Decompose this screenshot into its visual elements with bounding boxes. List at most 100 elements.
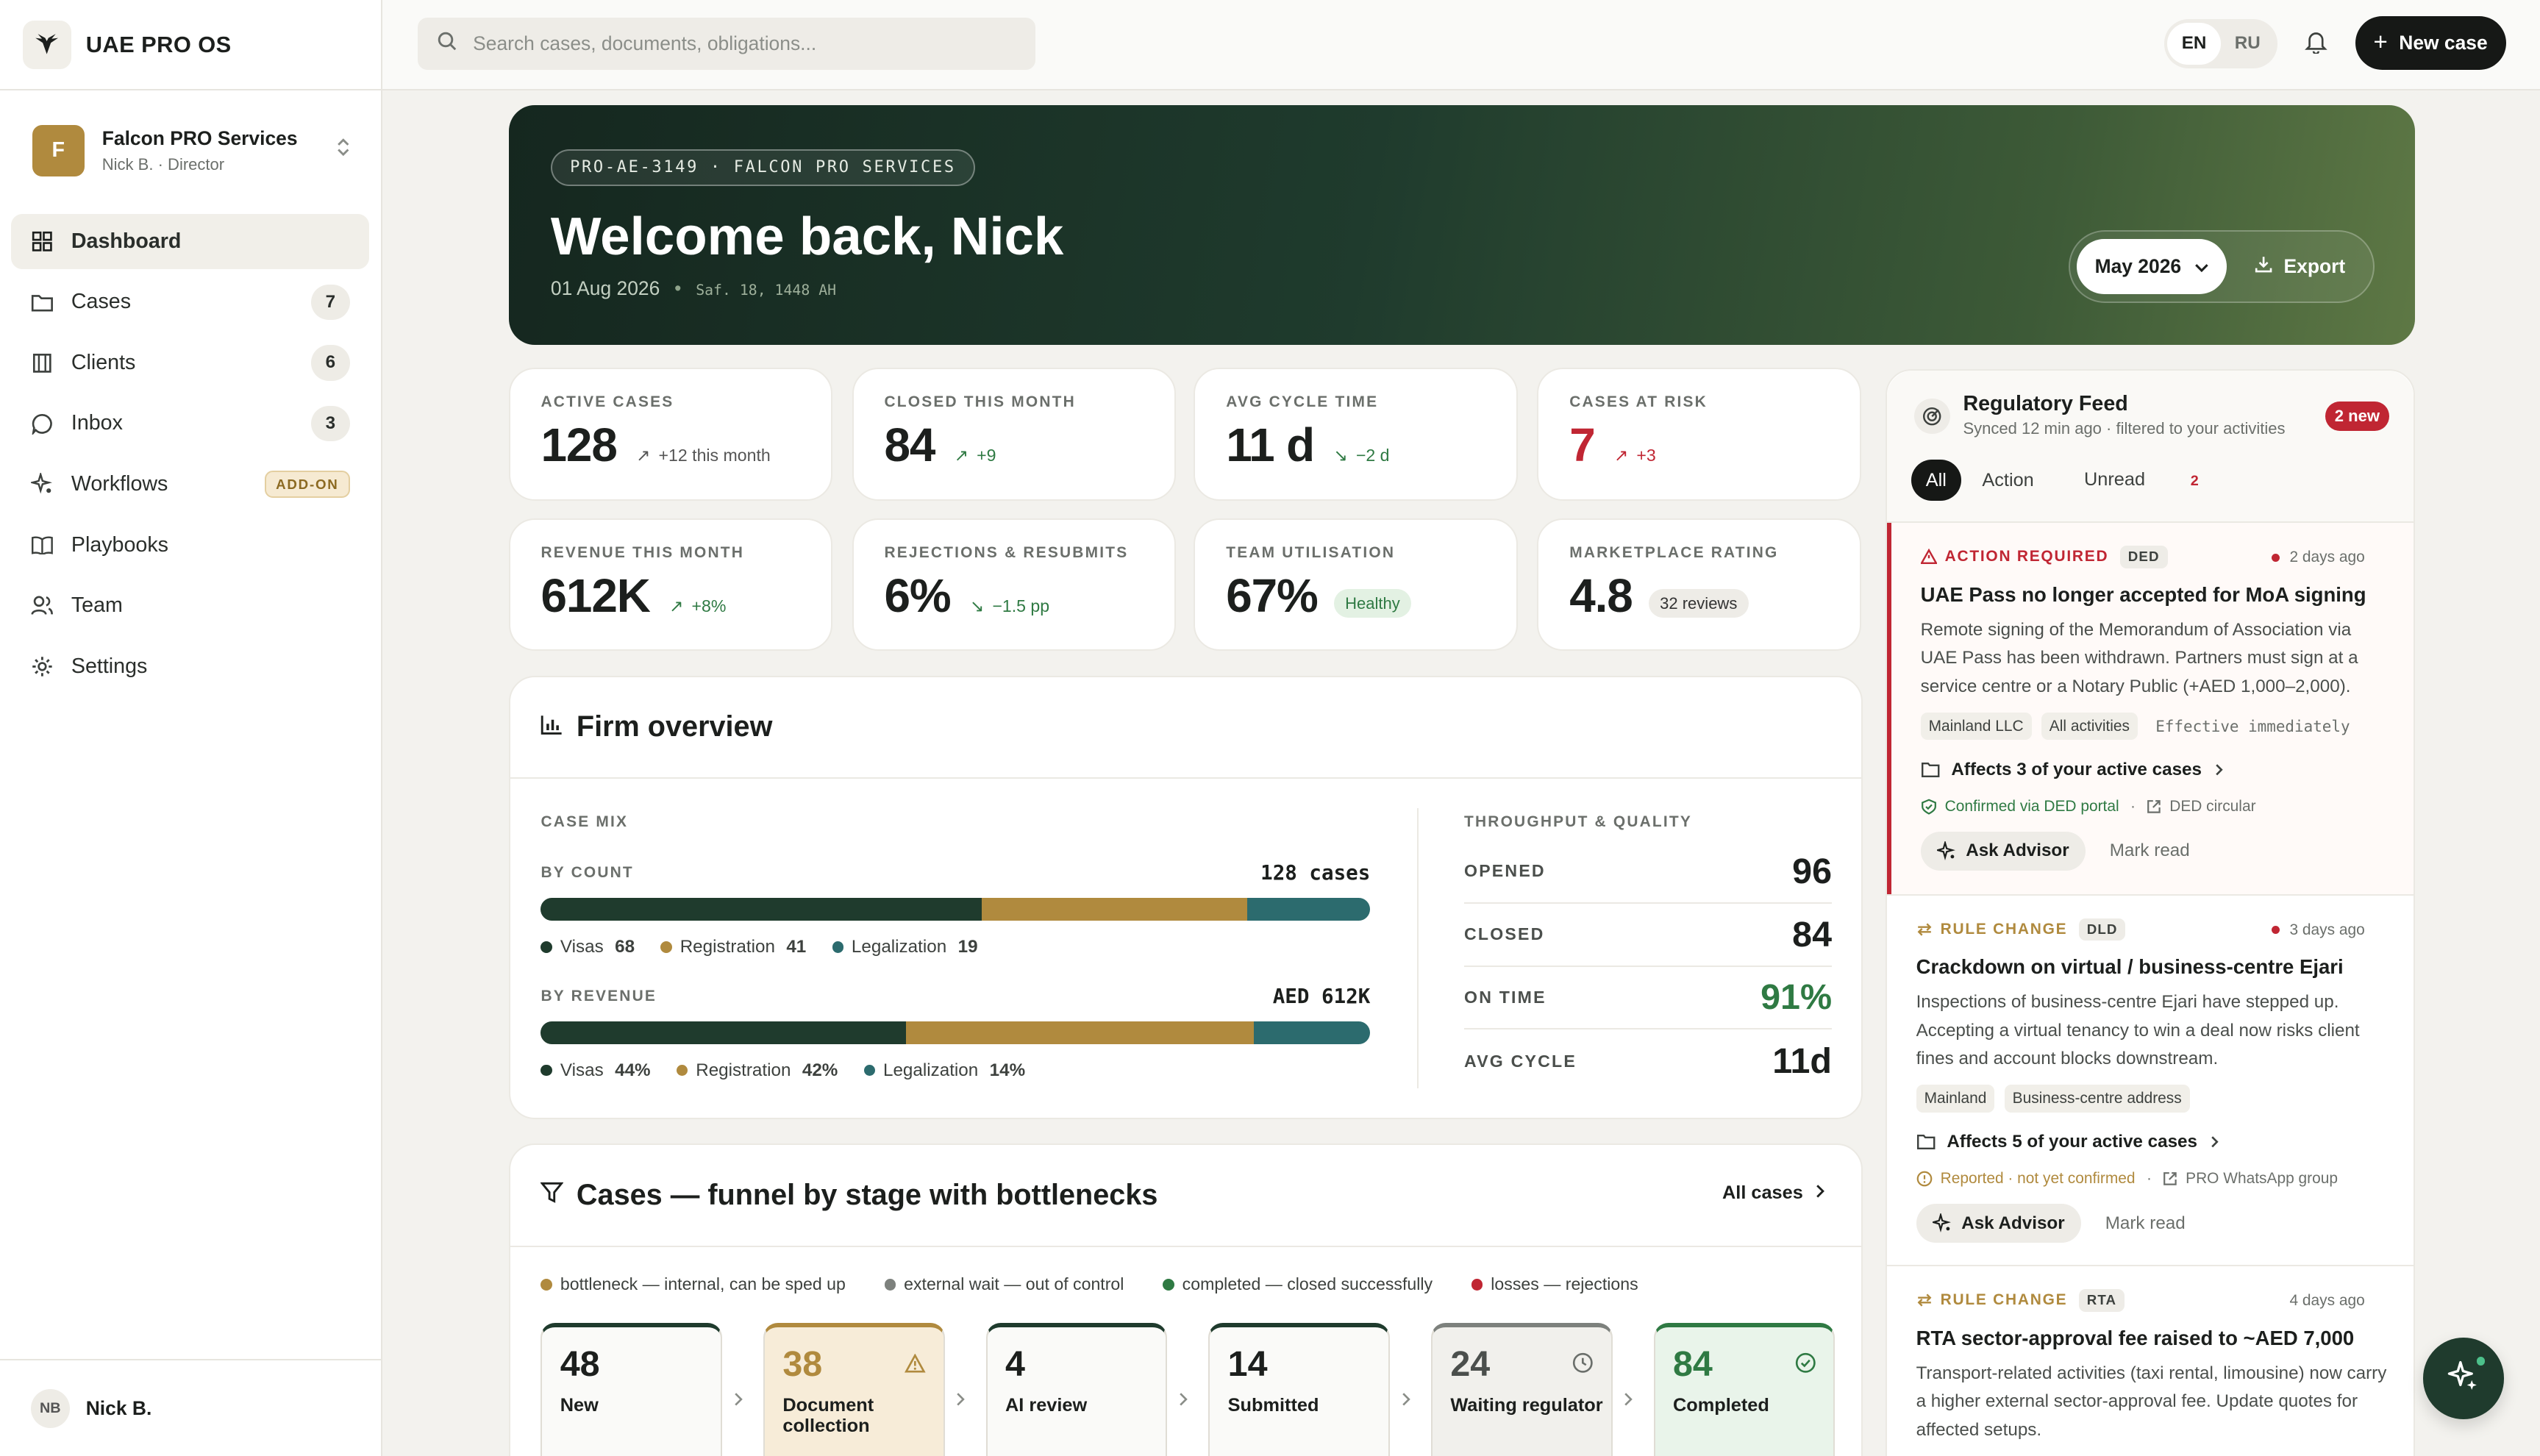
filter-icon — [540, 1180, 565, 1210]
confirmation-status: Confirmed via DED portal · DED circular — [1921, 798, 2389, 816]
month-selector[interactable]: May 2026 — [2076, 238, 2227, 294]
bar-segment-legalization — [1246, 897, 1371, 921]
chevron-updown-icon — [337, 138, 350, 162]
kpi-value: 67% — [1226, 568, 1319, 622]
ask-advisor-button[interactable]: Ask Advisor — [1916, 1204, 2081, 1243]
funnel-legend-item: completed — closed successfully — [1163, 1274, 1452, 1294]
export-button[interactable]: Export — [2255, 255, 2345, 278]
current-date: 01 Aug 2026 • Saf. 18, 1448 AH — [550, 276, 837, 299]
sidebar-item-label: Playbooks — [71, 532, 168, 557]
feed-tabs: All Action Unread 2 — [1911, 460, 2241, 501]
kpi-card[interactable]: MARKETPLACE RATING 4.8 32 reviews — [1537, 518, 1861, 652]
sidebar-item-playbooks[interactable]: Playbooks — [11, 518, 369, 573]
all-cases-link[interactable]: All cases — [1722, 1182, 1826, 1204]
sidebar-item-label: Inbox — [71, 411, 123, 435]
folder-icon — [1921, 762, 1940, 778]
bar-segment-visas — [541, 897, 982, 921]
sidebar-item-workflows[interactable]: Workflows ADD-ON — [11, 457, 369, 512]
legend-item: Registration 42% — [676, 1060, 864, 1081]
confirmation-status: Reported · not yet confirmed · PRO WhatsAp… — [1916, 1170, 2389, 1188]
legend-item: Registration 41 — [660, 937, 832, 957]
lang-en-button[interactable]: EN — [2167, 22, 2221, 65]
org-switcher[interactable]: F Falcon PRO Services Nick B. · Director — [16, 110, 366, 191]
kpi-label: REVENUE THIS MONTH — [541, 543, 745, 561]
funnel-stage[interactable]: 14 Submitted — [1208, 1323, 1391, 1456]
stage-label: Document collection — [782, 1394, 874, 1437]
source-badge: RTA — [2078, 1288, 2125, 1312]
kpi-card[interactable]: REVENUE THIS MONTH 612K ↗ +8% — [508, 518, 833, 652]
funnel-stage[interactable]: 38 Document collection — [763, 1323, 945, 1456]
new-count-badge: 2 new — [2325, 402, 2390, 431]
funnel-stage[interactable]: 48 New — [541, 1323, 723, 1456]
affects-link[interactable]: Affects 3 of your active cases — [1921, 760, 2389, 780]
chevron-right-icon — [1624, 1388, 1633, 1412]
lang-ru-button[interactable]: RU — [2221, 23, 2275, 65]
book-icon — [31, 534, 54, 557]
sidebar-item-clients[interactable]: Clients 6 — [11, 335, 369, 390]
search-input[interactable]: Search cases, documents, obligations... — [418, 18, 1035, 70]
ask-advisor-button[interactable]: Ask Advisor — [1920, 831, 2086, 871]
sidebar-item-label: Settings — [71, 654, 148, 678]
by-count-legend: Visas 68 Registration 41 Legalization 19 — [541, 937, 1370, 957]
trend-arrow-icon: ↘ — [969, 596, 985, 615]
tab-all[interactable]: All — [1911, 460, 1961, 501]
item-tags: Mainland Business-centre address — [1916, 1085, 2389, 1113]
metric-label: ON TIME — [1464, 987, 1547, 1007]
brand[interactable]: UAE PRO OS — [0, 0, 381, 91]
new-case-button[interactable]: + New case — [2355, 16, 2506, 70]
mark-read-button[interactable]: Mark read — [2105, 1213, 2186, 1234]
kpi-card[interactable]: ACTIVE CASES 128 ↗ +12 this month — [508, 368, 833, 501]
funnel-legend: bottleneck — internal, can be sped up ext… — [541, 1274, 1677, 1294]
kpi-chip: Healthy — [1333, 589, 1412, 618]
by-revenue-bar — [541, 1021, 1371, 1044]
sidebar-item-dashboard[interactable]: Dashboard — [11, 213, 370, 269]
item-title: Crackdown on virtual / business-centre E… — [1916, 955, 2344, 979]
feed-item[interactable]: ACTION REQUIRED DED 2 days ago UAE Pass no … — [1886, 523, 2414, 894]
chevron-right-icon — [1816, 1182, 1825, 1204]
throughput-title: THROUGHPUT & QUALITY — [1464, 813, 1693, 830]
grid-icon — [31, 230, 54, 253]
tab-action[interactable]: Action — [1968, 460, 2049, 500]
users-icon — [31, 594, 54, 617]
sidebar-item-team[interactable]: Team — [11, 578, 369, 633]
kpi-value: 84 — [884, 418, 935, 471]
feed-item[interactable]: RULE CHANGE DLD 3 days ago Crackdown on vir… — [1886, 893, 2414, 1265]
sidebar-nav: Dashboard Cases 7 Clients 6 Inbox 3 Workflows AD… — [11, 213, 370, 700]
radar-icon — [1914, 398, 1950, 435]
sidebar-item-settings[interactable]: Settings — [11, 639, 369, 694]
bar-segment-legalization — [1254, 1021, 1371, 1044]
metric-row: CLOSED 84 — [1464, 904, 1833, 967]
mark-read-button[interactable]: Mark read — [2110, 841, 2190, 861]
legend-item: Legalization 14% — [863, 1060, 1052, 1081]
kpi-card[interactable]: AVG CYCLE TIME 11 d ↘ −2 d — [1194, 368, 1518, 501]
funnel-stage[interactable]: 24 Waiting regulator — [1431, 1323, 1613, 1456]
bar-segment-registration — [981, 897, 1247, 921]
org-name: Falcon PRO Services — [101, 127, 298, 150]
search-placeholder: Search cases, documents, obligations... — [473, 32, 817, 54]
source-link[interactable]: DED circular — [2169, 798, 2255, 816]
legend-item: Visas 44% — [541, 1060, 676, 1081]
kpi-card[interactable]: TEAM UTILISATION 67% Healthy — [1194, 518, 1518, 652]
funnel-stage[interactable]: 4 AI review — [985, 1323, 1168, 1456]
sidebar-item-inbox[interactable]: Inbox 3 — [11, 396, 369, 452]
building-icon — [31, 351, 54, 374]
kpi-value: 6% — [884, 568, 951, 622]
kpi-label: CLOSED THIS MONTH — [884, 393, 1076, 411]
kpi-card[interactable]: REJECTIONS & RESUBMITS 6% ↘ −1.5 pp — [852, 518, 1177, 652]
kpi-card[interactable]: CASES AT RISK 7 ↗ +3 — [1537, 368, 1861, 501]
ai-assistant-button[interactable] — [2423, 1338, 2505, 1419]
metric-row: ON TIME 91% — [1464, 967, 1833, 1030]
user-menu[interactable]: NB Nick B. — [0, 1359, 382, 1456]
bell-icon[interactable] — [2305, 29, 2328, 60]
feed-item[interactable]: RULE CHANGE RTA 4 days ago RTA sector-appro… — [1886, 1265, 2414, 1444]
affects-link[interactable]: Affects 5 of your active cases — [1916, 1132, 2389, 1152]
kpi-delta: ↗ +9 — [954, 445, 996, 465]
tab-unread[interactable]: Unread 2 — [2055, 460, 2234, 500]
source-link[interactable]: PRO WhatsApp group — [2186, 1170, 2338, 1188]
kpi-value: 128 — [541, 418, 617, 471]
kpi-card[interactable]: CLOSED THIS MONTH 84 ↗ +9 — [852, 368, 1177, 501]
funnel-stage[interactable]: 84 Completed — [1653, 1323, 1836, 1456]
sidebar-item-cases[interactable]: Cases 7 — [11, 274, 369, 329]
stage-label: Waiting regulator — [1450, 1394, 1603, 1416]
stage-count: 14 — [1227, 1344, 1268, 1385]
